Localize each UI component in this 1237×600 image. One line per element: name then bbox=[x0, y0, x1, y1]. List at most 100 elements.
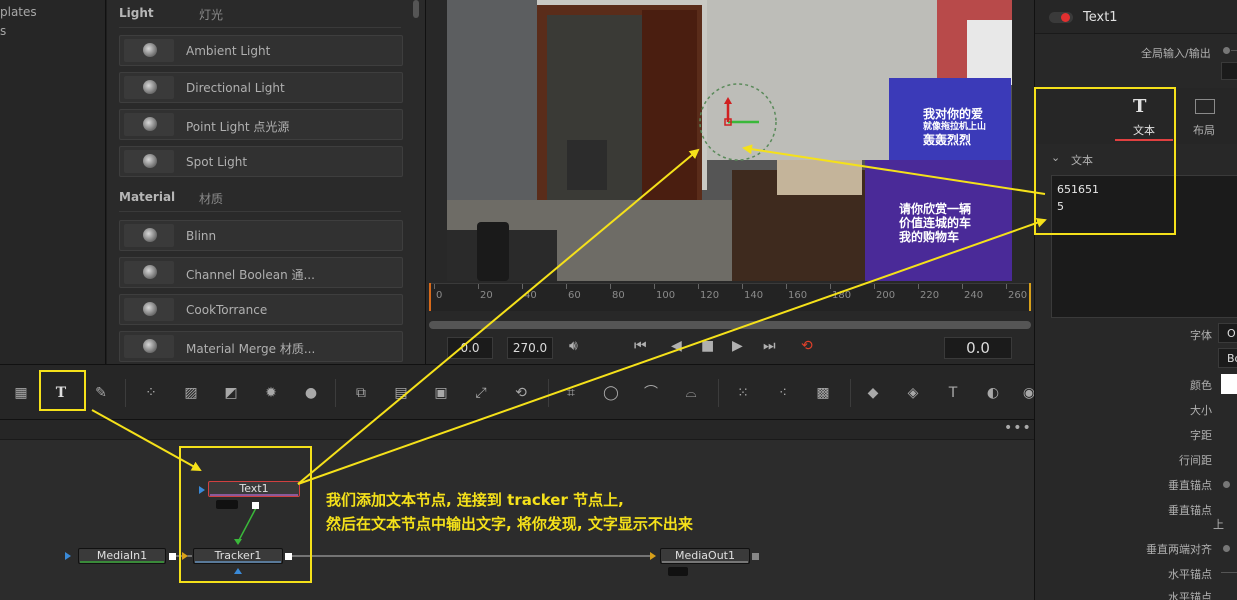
purple-poster-top: 我对你的爱 就像拖拉机上山 轰轰烈烈 bbox=[889, 78, 1011, 166]
loop-icon[interactable]: ⟲ bbox=[801, 338, 813, 354]
ruler-tick-label: 160 bbox=[788, 290, 808, 301]
current-time[interactable]: 0.0 bbox=[944, 337, 1012, 359]
play-reverse-icon[interactable]: ◀ bbox=[671, 338, 682, 354]
layout-tab-icon[interactable] bbox=[1195, 99, 1215, 114]
slider-knob[interactable] bbox=[1223, 481, 1230, 488]
templates-item[interactable]: plates bbox=[0, 0, 105, 19]
resize-icon[interactable]: ⤢ bbox=[472, 384, 490, 402]
layer-icon[interactable]: ▤ bbox=[392, 384, 410, 402]
ruler-tick-mark bbox=[522, 284, 523, 289]
lib-item-label: Spot Light bbox=[186, 155, 248, 169]
time-scrubber[interactable] bbox=[429, 321, 1031, 329]
slider-knob[interactable] bbox=[1223, 545, 1230, 552]
toolbar-separator bbox=[335, 379, 336, 407]
annotation-line: 我们添加文本节点, 连接到 tracker 节点上, bbox=[326, 491, 624, 509]
timeline-ruler[interactable]: 0 20 40 60 80 100 120 140 160 180 200 220 240 260 bbox=[429, 283, 1031, 311]
merge-icon[interactable]: ⧉ bbox=[352, 384, 370, 402]
lib-item-material-merge[interactable]: Material Merge 材质... bbox=[119, 331, 403, 362]
ruler-tick-mark bbox=[742, 284, 743, 289]
video-frame[interactable]: 我对你的爱 就像拖拉机上山 轰轰烈烈 请你欣赏一辆 价值连城的车 我的购物车 bbox=[447, 0, 1012, 281]
lib-item-directional-light[interactable]: Directional Light bbox=[119, 72, 403, 103]
divider bbox=[119, 211, 401, 212]
transform-icon[interactable]: ⟲ bbox=[512, 384, 530, 402]
spot-light-icon bbox=[124, 150, 174, 173]
particle-pixel-icon[interactable]: ▩ bbox=[814, 384, 832, 402]
first-frame-icon[interactable]: ⏮︎ bbox=[634, 338, 647, 354]
ruler-tick-mark bbox=[610, 284, 611, 289]
drop-icon[interactable]: ● bbox=[302, 384, 320, 402]
color-swatch[interactable] bbox=[1221, 374, 1237, 394]
grid-warp-icon[interactable]: ▨ bbox=[182, 384, 200, 402]
node-mediaout1[interactable]: MediaOut1 bbox=[660, 548, 750, 564]
ruler-tick-label: 200 bbox=[876, 290, 896, 301]
crop-icon[interactable]: ⌗ bbox=[562, 384, 580, 402]
output-port[interactable] bbox=[752, 553, 759, 560]
node-view-indicator[interactable] bbox=[668, 567, 688, 576]
image-plane-icon[interactable]: ▣ bbox=[432, 384, 450, 402]
global-io-slider[interactable] bbox=[1231, 50, 1237, 51]
lib-item-channel-boolean[interactable]: Channel Boolean 通... bbox=[119, 257, 403, 288]
global-io-field[interactable] bbox=[1221, 62, 1237, 80]
particle-emitter-icon[interactable]: ⁙ bbox=[734, 384, 752, 402]
font-style-select[interactable]: Bo bbox=[1218, 348, 1237, 368]
highlight-text-tool bbox=[39, 370, 86, 411]
paint-brush-icon[interactable]: ✎ bbox=[92, 384, 110, 402]
ruler-tick-label: 80 bbox=[612, 290, 625, 301]
particle-render-icon[interactable]: ⁖ bbox=[774, 384, 792, 402]
brightness-icon[interactable]: ✹ bbox=[262, 384, 280, 402]
global-end-time[interactable]: 270.0 bbox=[507, 337, 553, 359]
poster-text: 请你欣赏一辆 价值连城的车 我的购物车 bbox=[899, 202, 971, 244]
play-icon[interactable]: ▶ bbox=[732, 338, 743, 354]
section-title-light-cn: 灯光 bbox=[199, 8, 224, 22]
node-mediain1[interactable]: MediaIn1 bbox=[78, 548, 166, 564]
white-box bbox=[967, 20, 1012, 85]
render-range-end[interactable] bbox=[1029, 283, 1031, 311]
lib-item-cooktorrance[interactable]: CookTorrance bbox=[119, 294, 403, 325]
poster-text: 我对你的爱 就像拖拉机上山 轰轰烈烈 bbox=[923, 108, 986, 147]
templates-item[interactable]: s bbox=[0, 19, 105, 38]
camera3d-icon[interactable]: ◐ bbox=[984, 384, 1002, 402]
stop-icon[interactable]: ■ bbox=[701, 338, 714, 354]
global-start-time[interactable]: 0.0 bbox=[447, 337, 493, 359]
output-port[interactable] bbox=[169, 553, 176, 560]
lib-item-ambient-light[interactable]: Ambient Light bbox=[119, 35, 403, 66]
speaker-icon[interactable]: 🔊︎ bbox=[569, 338, 578, 354]
dots-icon[interactable]: ⁘ bbox=[142, 384, 160, 402]
lib-item-point-light[interactable]: Point Light 点光源 bbox=[119, 109, 403, 140]
node-enable-toggle[interactable] bbox=[1049, 12, 1073, 23]
input-port[interactable] bbox=[65, 552, 71, 560]
global-io-slider-knob[interactable] bbox=[1223, 47, 1230, 54]
font-family-select[interactable]: O bbox=[1218, 323, 1237, 343]
lib-item-spot-light[interactable]: Spot Light bbox=[119, 146, 403, 177]
annotation-line: 然后在文本节点中输出文字, 将你发现, 文字显示不出来 bbox=[326, 515, 693, 533]
ruler-tick-mark bbox=[434, 284, 435, 289]
poster-line: 请你欣赏一辆 bbox=[899, 202, 972, 216]
point-light-icon bbox=[124, 113, 174, 136]
ruler-tick-label: 260 bbox=[1008, 290, 1028, 301]
poster-line: 我对你的爱 bbox=[923, 107, 984, 121]
lib-item-blinn[interactable]: Blinn bbox=[119, 220, 403, 251]
lib-item-label: CookTorrance bbox=[186, 303, 268, 317]
bspline-icon[interactable]: ⌓ bbox=[682, 384, 700, 402]
highlight-nodes bbox=[179, 446, 312, 583]
tracker-overlay[interactable] bbox=[687, 60, 807, 180]
curve-icon[interactable]: ◩ bbox=[222, 384, 240, 402]
lib-item-label: Point Light 点光源 bbox=[186, 120, 290, 134]
horizontal-anchor-slider[interactable] bbox=[1221, 572, 1237, 573]
polygon-icon[interactable]: ⌒ bbox=[642, 384, 660, 402]
templates-panel: plates s bbox=[0, 0, 106, 364]
library-scrollbar[interactable] bbox=[413, 0, 419, 18]
tab-layout[interactable]: 布局 bbox=[1193, 122, 1215, 138]
text3d-icon[interactable]: T bbox=[944, 384, 962, 402]
vertical-anchor-value[interactable]: 上 bbox=[1213, 516, 1224, 532]
particle-icon[interactable]: ▦ bbox=[12, 384, 30, 402]
last-frame-icon[interactable]: ⏭︎ bbox=[763, 338, 776, 354]
line-spacing-label: 行间距 bbox=[1179, 454, 1212, 467]
ruler-tick-label: 140 bbox=[744, 290, 764, 301]
shape3d-icon[interactable]: ◆ bbox=[864, 384, 882, 402]
ellipse-icon[interactable]: ◯ bbox=[602, 384, 620, 402]
render-range-start[interactable] bbox=[429, 283, 431, 311]
merge3d-icon[interactable]: ◈ bbox=[904, 384, 922, 402]
viewer-panel: 我对你的爱 就像拖拉机上山 轰轰烈烈 请你欣赏一辆 价值连城的车 我的购物车 0… bbox=[425, 0, 1034, 364]
input-port[interactable] bbox=[650, 552, 656, 560]
